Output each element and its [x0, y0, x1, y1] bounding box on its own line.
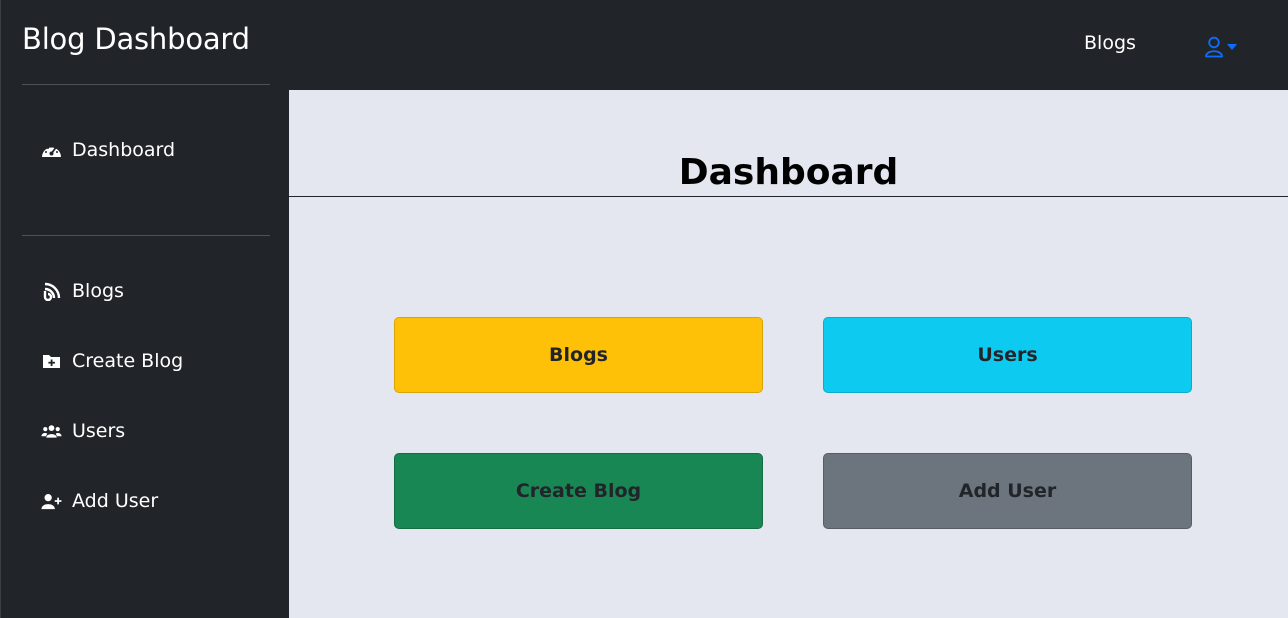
- sidebar-item-dashboard[interactable]: Dashboard: [41, 135, 175, 165]
- sidebar-item-label: Blogs: [72, 280, 124, 302]
- sidebar-item-add-user[interactable]: Add User: [41, 486, 158, 516]
- sidebar-item-label: Dashboard: [72, 139, 176, 161]
- brand-title[interactable]: Blog Dashboard: [22, 22, 250, 56]
- sidebar: Blog Dashboard Dashboard Blogs Create Bl…: [0, 0, 289, 618]
- sidebar-divider: [22, 235, 270, 236]
- sidebar-item-label: Create Blog: [72, 350, 184, 372]
- user-plus-icon: [41, 492, 62, 510]
- title-divider: [289, 196, 1288, 197]
- users-icon: [41, 422, 62, 440]
- sidebar-divider: [22, 84, 270, 85]
- create-blog-tile-button[interactable]: Create Blog: [394, 453, 763, 529]
- sidebar-item-blogs[interactable]: Blogs: [41, 276, 124, 306]
- page-title: Dashboard: [678, 152, 899, 193]
- user-menu-dropdown[interactable]: [1204, 36, 1238, 58]
- folder-plus-icon: [41, 352, 62, 370]
- main-content: Dashboard Blogs Users Create Blog Add Us…: [289, 90, 1288, 618]
- rss-icon: [41, 282, 62, 301]
- blogs-tile-button[interactable]: Blogs: [394, 317, 763, 393]
- app-root: Blog Dashboard Dashboard Blogs Create Bl…: [0, 0, 1288, 618]
- users-tile-button[interactable]: Users: [823, 317, 1192, 393]
- caret-down-icon: [1226, 43, 1238, 51]
- user-icon: [1204, 36, 1224, 58]
- topnav-blogs-link[interactable]: Blogs: [1084, 32, 1136, 54]
- gauge-icon: [41, 141, 62, 159]
- sidebar-item-label: Add User: [72, 490, 159, 512]
- sidebar-item-create-blog[interactable]: Create Blog: [41, 346, 183, 376]
- sidebar-item-users[interactable]: Users: [41, 416, 125, 446]
- add-user-tile-button[interactable]: Add User: [823, 453, 1192, 529]
- sidebar-item-label: Users: [72, 420, 126, 442]
